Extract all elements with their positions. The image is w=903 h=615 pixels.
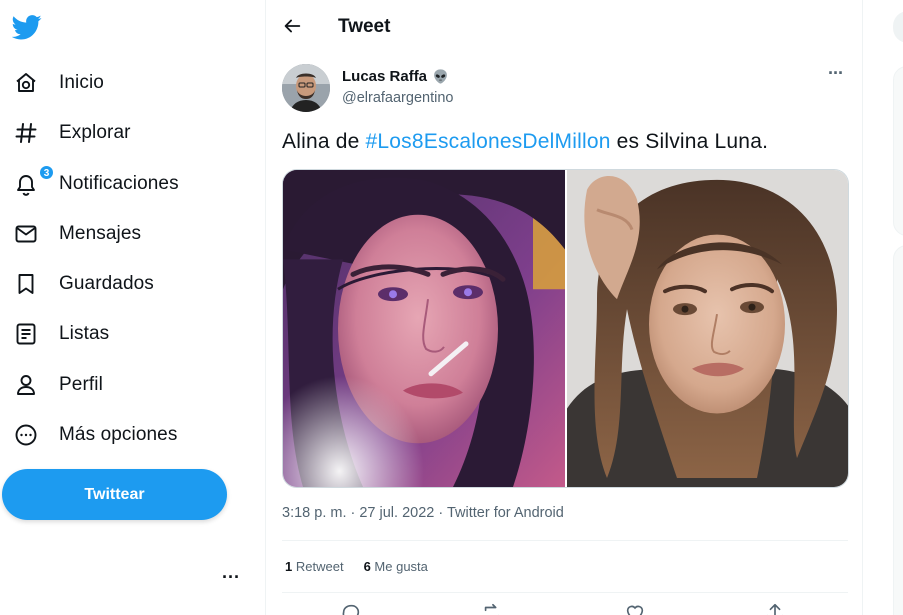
page-title: Tweet	[338, 16, 391, 37]
right-panel-card	[893, 245, 903, 615]
more-circle-icon	[13, 422, 39, 448]
right-panel-card	[893, 66, 903, 236]
nav-item-perfil[interactable]: Perfil	[0, 362, 250, 408]
like-icon[interactable]	[624, 602, 646, 615]
retweets-count: 1	[285, 559, 293, 574]
bookmark-icon	[13, 271, 39, 297]
twitter-logo-icon[interactable]	[12, 12, 42, 42]
person-icon	[13, 372, 39, 398]
likes-label: Me gusta	[374, 559, 428, 574]
author-name-text: Lucas Raffa	[342, 68, 428, 85]
hashtag-link[interactable]: #Los8EscalonesDelMillon	[366, 130, 611, 153]
tweet-timestamp[interactable]: 3:18 p. m. · 27 jul. 2022 · Twitter for …	[282, 505, 564, 521]
envelope-icon	[13, 221, 39, 247]
media-photo-right[interactable]	[567, 170, 849, 487]
nav-label-guardados: Guardados	[59, 273, 154, 294]
author-avatar[interactable]	[282, 64, 330, 112]
divider	[282, 540, 848, 541]
list-icon	[13, 321, 39, 347]
tweet-text: Alina de #Los8EscalonesDelMillon es Silv…	[282, 130, 768, 154]
likes-count: 6	[363, 559, 371, 574]
nav-label-mensajes: Mensajes	[59, 223, 142, 244]
nav-label-notificaciones: Notificaciones	[59, 173, 179, 194]
retweet-icon[interactable]	[481, 602, 503, 615]
nav-label-inicio: Inicio	[59, 72, 104, 93]
tweet-text-after: es Silvina Luna.	[610, 130, 769, 153]
nav-item-mas-opciones[interactable]: Más opciones	[0, 412, 250, 458]
notifications-badge: 3	[39, 165, 54, 180]
main-column: Tweet Lucas Raffa @elrafaargentino ··· A…	[265, 0, 863, 615]
account-menu-more-icon[interactable]: ···	[221, 568, 241, 590]
page-header: Tweet	[266, 0, 863, 54]
sidebar: Inicio Explorar 3 Notificaciones Mensaje…	[0, 0, 265, 615]
hashtag-icon	[13, 120, 39, 146]
nav-item-mensajes[interactable]: Mensajes	[0, 211, 250, 257]
share-icon[interactable]	[764, 602, 786, 615]
author-handle[interactable]: @elrafaargentino	[342, 90, 453, 106]
nav-label-listas: Listas	[59, 323, 110, 344]
alien-emoji-icon	[434, 69, 447, 84]
retweets-label: Retweet	[295, 559, 344, 574]
nav-label-explorar: Explorar	[59, 122, 131, 143]
nav-item-guardados[interactable]: Guardados	[0, 261, 250, 307]
home-icon	[13, 70, 39, 96]
nav-item-listas[interactable]: Listas	[0, 311, 250, 357]
search-input[interactable]	[893, 11, 903, 43]
nav-label-perfil: Perfil	[59, 374, 103, 395]
retweets-stat[interactable]: 1 Retweet	[285, 559, 344, 574]
back-arrow-icon[interactable]	[281, 15, 303, 37]
nav-item-inicio[interactable]: Inicio	[0, 60, 250, 106]
tweet-button[interactable]: Twittear	[2, 469, 227, 520]
tweet-stats: 1 Retweet 6 Me gusta	[285, 559, 428, 574]
bell-icon: 3	[13, 165, 54, 197]
nav-item-notificaciones[interactable]: 3 Notificaciones	[0, 161, 250, 207]
tweet-text-before: Alina de	[282, 130, 366, 153]
tweet-more-icon[interactable]: ···	[828, 64, 844, 82]
divider	[282, 592, 848, 593]
author-name[interactable]: Lucas Raffa	[342, 68, 449, 85]
media-photo-left[interactable]	[283, 170, 565, 487]
reply-icon[interactable]	[340, 602, 362, 615]
nav-label-mas-opciones: Más opciones	[59, 424, 178, 445]
nav-item-explorar[interactable]: Explorar	[0, 110, 250, 156]
likes-stat[interactable]: 6 Me gusta	[364, 559, 428, 574]
tweet-media[interactable]	[282, 169, 849, 488]
